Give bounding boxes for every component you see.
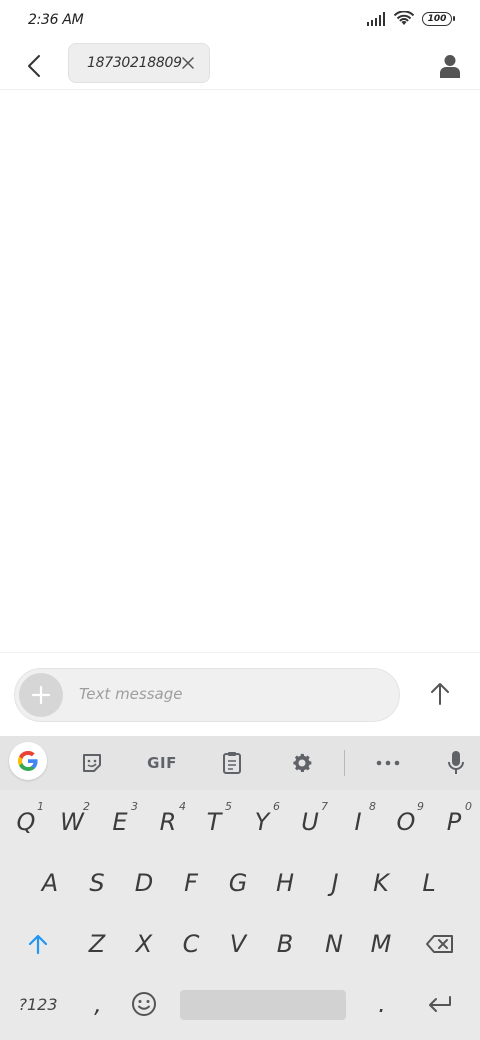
space-key[interactable] [180,990,346,1020]
key-w[interactable]: W2 [52,796,92,848]
key-r[interactable]: R4 [148,796,188,848]
back-arrow-icon [28,55,40,77]
settings-button[interactable] [288,746,316,780]
contact-icon [440,55,460,78]
toolbar-divider [344,750,345,776]
enter-icon [429,996,451,1012]
key-n[interactable]: N [314,918,354,970]
period-key[interactable]: . [362,978,402,1030]
conversation-header: 18730218809 [0,42,480,90]
recipient-number: 18730218809 [87,55,182,71]
sticker-button[interactable] [78,746,106,780]
sticker-icon [83,754,101,772]
key-l[interactable]: L [409,857,449,909]
key-i[interactable]: I8 [338,796,378,848]
key-k[interactable]: K [361,857,401,909]
attach-button[interactable] [19,673,63,717]
key-b[interactable]: B [265,918,305,970]
key-p[interactable]: P0 [434,796,474,848]
message-list[interactable] [0,91,480,651]
gif-button[interactable]: GIF [142,746,182,780]
wifi-icon [394,11,414,25]
message-input[interactable]: Text message [79,685,182,703]
status-icons: 100 [366,11,455,26]
signal-icon [367,11,385,26]
key-t[interactable]: T5 [194,796,234,848]
key-h[interactable]: H [265,857,305,909]
gear-icon [293,753,312,772]
backspace-icon [426,935,453,953]
more-button[interactable] [374,746,402,780]
shift-icon [28,934,48,955]
shift-key[interactable] [18,918,58,970]
emoji-key[interactable] [124,978,164,1030]
key-m[interactable]: M [361,918,401,970]
send-arrow-icon[interactable] [426,680,454,708]
key-u[interactable]: U7 [290,796,330,848]
battery-icon: 100 [422,11,455,26]
key-c[interactable]: C [171,918,211,970]
symbols-key[interactable]: ?123 [12,978,64,1030]
plus-icon [31,685,51,705]
key-j[interactable]: J [315,857,355,909]
key-g[interactable]: G [218,857,258,909]
key-y[interactable]: Y6 [242,796,282,848]
compose-bar: Text message [0,652,480,736]
microphone-icon [448,751,464,774]
emoji-icon [132,992,156,1016]
key-a[interactable]: A [30,857,70,909]
key-z[interactable]: Z [77,918,117,970]
keyboard: GIF Q 1 W 2 E 3 R 4 T 5 Y 6 U 7 I 8 O 9 … [0,736,480,1040]
key-o[interactable]: O9 [386,796,426,848]
compose-field[interactable]: Text message [14,668,400,722]
key-f[interactable]: F [171,857,211,909]
comma-key[interactable]: , [78,978,118,1030]
gif-label: GIF [147,754,177,772]
contact-button[interactable] [434,50,466,82]
recipient-chip[interactable]: 18730218809 [68,43,210,83]
status-time: 2:36 AM [28,12,84,28]
key-s[interactable]: S [77,857,117,909]
status-bar: 2:36 AM 100 [0,0,480,42]
google-icon [9,742,47,780]
more-icon [376,760,400,766]
key-e[interactable]: E3 [100,796,140,848]
clipboard-button[interactable] [218,746,246,780]
backspace-key[interactable] [420,918,460,970]
keyboard-toolbar: GIF [0,736,480,790]
google-button[interactable] [9,742,47,780]
clipboard-icon [223,752,241,774]
enter-key[interactable] [420,978,460,1030]
key-d[interactable]: D [124,857,164,909]
key-x[interactable]: X [124,918,164,970]
close-icon[interactable] [181,56,195,70]
battery-level: 100 [427,13,447,24]
back-button[interactable] [18,50,50,82]
key-q[interactable]: Q1 [6,796,46,848]
voice-input-button[interactable] [442,746,470,780]
key-v[interactable]: V [218,918,258,970]
